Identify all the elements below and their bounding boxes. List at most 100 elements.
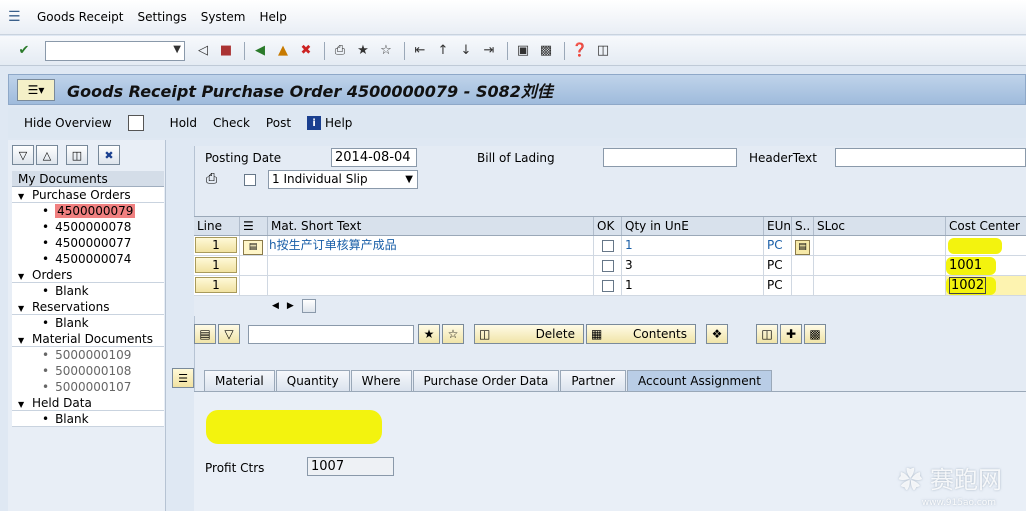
tree-item-blank[interactable]: • Blank — [12, 315, 164, 331]
back-icon[interactable]: ◀ — [250, 41, 270, 61]
scroll-thumb[interactable] — [301, 299, 316, 313]
command-field[interactable]: ▼ — [45, 40, 185, 61]
sloc-cell[interactable] — [814, 236, 946, 255]
col-line[interactable]: Line — [194, 217, 240, 235]
status-note-icon[interactable]: ▤ — [795, 240, 810, 255]
detail-toggle-icon[interactable]: ☰ — [172, 368, 194, 388]
printer-icon[interactable]: ⎙ — [206, 171, 217, 187]
qty-cell[interactable]: 1 — [622, 236, 764, 255]
tree-item-po[interactable]: • 4500000077 — [12, 235, 164, 251]
check-button[interactable]: Check — [213, 116, 250, 130]
scroll-left-icon[interactable]: ◀ — [272, 301, 279, 311]
first-page-icon[interactable]: ⇤ — [410, 41, 430, 61]
close-panel-icon[interactable]: ✖ — [98, 145, 120, 165]
tree-item-material-doc[interactable]: • 5000000108 — [12, 363, 164, 379]
tab-where[interactable]: Where — [350, 370, 412, 391]
sloc-cell[interactable] — [814, 256, 946, 275]
find-icon[interactable]: ★ — [418, 324, 440, 344]
print-checkbox[interactable] — [244, 174, 256, 186]
tree-group-reservations[interactable]: ▼ Reservations — [12, 299, 164, 315]
last-page-icon[interactable]: ⇥ — [479, 41, 499, 61]
find-next-icon[interactable]: ☆ — [376, 41, 396, 61]
ok-checkbox[interactable] — [602, 240, 614, 252]
print-icon[interactable]: ⎙ — [330, 41, 350, 61]
ok-checkbox[interactable] — [602, 260, 614, 272]
find-next-icon[interactable]: ☆ — [442, 324, 464, 344]
overview-toggle-icon[interactable]: ☰▾ — [17, 78, 55, 101]
tab-partner[interactable]: Partner — [560, 370, 627, 391]
tree-item-blank[interactable]: • Blank — [12, 283, 164, 299]
previous-page-icon[interactable]: ↑ — [433, 41, 453, 61]
cost-center-cell[interactable]: 1001 — [946, 256, 1026, 275]
new-document-button[interactable] — [127, 115, 154, 131]
chevron-down-icon[interactable]: ▼ — [173, 44, 181, 55]
slip-type-select[interactable]: 1 Individual Slip ▼ — [268, 170, 418, 189]
create-session-icon[interactable]: ▣ — [513, 41, 533, 61]
tab-account-assignment[interactable]: Account Assignment — [627, 370, 772, 391]
delete-button[interactable]: ◫ Delete — [474, 324, 584, 344]
search-term-field[interactable] — [248, 324, 414, 344]
mat-short-text-cell[interactable]: h按生产订单核算产成品 — [268, 236, 594, 255]
tree-item-blank[interactable]: • Blank — [12, 411, 164, 427]
cancel-icon[interactable]: ✖ — [296, 41, 316, 61]
next-page-icon[interactable]: ↓ — [456, 41, 476, 61]
menu-system[interactable]: System — [201, 10, 246, 24]
sloc-cell[interactable] — [814, 276, 946, 295]
col-sloc[interactable]: SLoc — [814, 217, 946, 235]
tree-item-po[interactable]: • 4500000079 — [12, 203, 164, 219]
system-menu-icon[interactable]: ☰ — [8, 9, 26, 25]
help-button[interactable]: i Help — [307, 116, 352, 130]
line-number-button[interactable]: 1 — [195, 257, 237, 273]
collapse-all-icon[interactable]: △ — [36, 145, 58, 165]
header-text-field[interactable] — [835, 148, 1026, 167]
col-mat-short-text[interactable]: Mat. Short Text — [268, 217, 594, 235]
col-ok[interactable]: OK — [594, 217, 622, 235]
tab-quantity[interactable]: Quantity — [275, 370, 350, 391]
contents-button[interactable]: ▦ Contents — [586, 324, 696, 344]
col-qty[interactable]: Qty in UnE — [622, 217, 764, 235]
delete-icon[interactable]: ◫ — [66, 145, 88, 165]
cost-center-cell[interactable] — [946, 236, 1026, 255]
tree-item-po[interactable]: • 4500000074 — [12, 251, 164, 267]
select-all-icon[interactable]: ▤ — [194, 324, 216, 344]
tree-item-material-doc[interactable]: • 5000000107 — [12, 379, 164, 395]
hold-button[interactable]: Hold — [170, 116, 197, 130]
mat-short-text-cell[interactable] — [268, 256, 594, 275]
tree-item-po[interactable]: • 4500000078 — [12, 219, 164, 235]
col-layout[interactable]: ☰ — [240, 217, 268, 235]
shortcut-icon[interactable]: ▩ — [536, 41, 556, 61]
cost-center-cell[interactable]: 1002 — [946, 276, 1026, 295]
qty-cell[interactable]: 3 — [622, 256, 764, 275]
eun-cell[interactable]: PC — [764, 236, 792, 255]
save-icon[interactable]: ■ — [216, 41, 236, 61]
eun-cell[interactable]: PC — [764, 276, 792, 295]
mat-short-text-cell[interactable] — [268, 276, 594, 295]
col-eun[interactable]: EUn — [764, 217, 792, 235]
tree-group-held-data[interactable]: ▼ Held Data — [12, 395, 164, 411]
post-button[interactable]: Post — [266, 116, 291, 130]
line-number-button[interactable]: 1 — [195, 237, 237, 253]
find-icon[interactable]: ★ — [353, 41, 373, 61]
scroll-right-icon[interactable]: ▶ — [287, 301, 294, 311]
hide-overview-button[interactable]: Hide Overview — [24, 116, 112, 130]
profit-ctr-field[interactable]: 1007 — [307, 457, 394, 476]
tab-purchase-order-data[interactable]: Purchase Order Data — [412, 370, 560, 391]
horizontal-scrollbar[interactable]: ◀ ▶ — [194, 296, 1026, 316]
expand-all-icon[interactable]: ▽ — [12, 145, 34, 165]
line-number-button[interactable]: 1 — [195, 277, 237, 293]
menu-help[interactable]: Help — [259, 10, 286, 24]
tree-group-material-documents[interactable]: ▼ Material Documents — [12, 331, 164, 347]
menu-settings[interactable]: Settings — [137, 10, 186, 24]
insert-icon[interactable]: ▩ — [804, 324, 826, 344]
help-icon[interactable]: ❓ — [570, 41, 590, 61]
folder-icon[interactable]: ◫ — [756, 324, 778, 344]
posting-date-field[interactable]: 2014-08-04 — [331, 148, 417, 167]
tree-group-orders[interactable]: ▼ Orders — [12, 267, 164, 283]
eun-cell[interactable]: PC — [764, 256, 792, 275]
add-row-icon[interactable]: ✚ — [780, 324, 802, 344]
detail-icon[interactable]: ▤ — [243, 240, 263, 255]
enter-checkmark-icon[interactable]: ✔ — [14, 41, 34, 61]
ok-checkbox[interactable] — [602, 280, 614, 292]
tab-material[interactable]: Material — [204, 370, 275, 391]
customize-layout-icon[interactable]: ◫ — [593, 41, 613, 61]
